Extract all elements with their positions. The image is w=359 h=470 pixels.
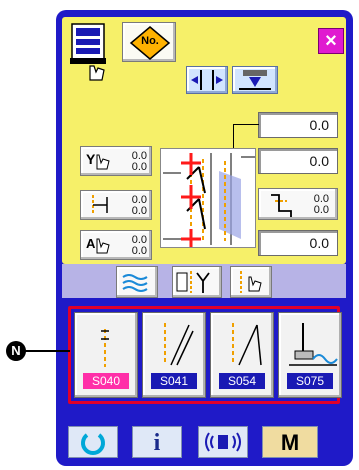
pattern-code-label: S041 — [151, 373, 197, 389]
pattern-button-s041[interactable]: S041 — [142, 312, 206, 398]
callout-marker: N — [6, 341, 26, 361]
left-value-1b: 0.0 — [131, 161, 147, 173]
close-button[interactable]: × — [318, 28, 344, 54]
right-value-2b: 0.0 — [313, 204, 329, 216]
communication-button[interactable] — [198, 426, 248, 458]
upper-right-field[interactable]: 0.0 — [258, 112, 338, 138]
right-field-3[interactable]: 0.0 — [258, 230, 338, 256]
pattern-code-label: S054 — [219, 373, 265, 389]
angled-stitch-icon — [232, 323, 262, 366]
pattern-button-s054[interactable]: S054 — [210, 312, 274, 398]
communication-icon — [205, 432, 241, 452]
right-setting-button[interactable]: 0.0 0.0 — [258, 188, 338, 220]
stitch-finger-icon — [240, 271, 262, 293]
straight-stitch-icon — [101, 329, 109, 367]
callout-label: N — [11, 343, 21, 358]
thread-tension-button[interactable] — [116, 266, 158, 298]
number-label: No. — [141, 35, 159, 47]
pattern-code-label: S040 — [83, 373, 129, 389]
manual-stitch-button[interactable] — [230, 266, 272, 298]
left-value-3b: 0.0 — [131, 245, 147, 257]
left-setting-button-3[interactable]: A 0.0 0.0 — [80, 230, 152, 260]
diagonal-stitch-icon — [164, 323, 194, 366]
pattern-data-icon — [70, 23, 106, 81]
height-adjust-button[interactable] — [232, 66, 278, 94]
presser-foot-icon — [239, 70, 271, 90]
info-icon: i — [153, 430, 161, 456]
width-arrows-icon — [191, 70, 223, 90]
mode-label: M — [280, 430, 300, 455]
left-value-2b: 0.0 — [131, 205, 147, 217]
counter-button[interactable] — [172, 266, 222, 298]
information-button[interactable]: i — [132, 426, 182, 458]
mode-button[interactable]: M — [262, 426, 318, 458]
svg-text:A: A — [86, 236, 96, 251]
close-icon: × — [325, 30, 337, 52]
foot-stitch-icon — [289, 323, 338, 366]
pattern-number-button[interactable]: No. — [122, 22, 176, 62]
stitch-diagram — [160, 148, 256, 248]
offset-bracket-icon — [271, 194, 292, 217]
pattern-code-label: S075 — [287, 373, 333, 389]
right-field-1[interactable]: 0.0 — [258, 148, 338, 174]
svg-text:Y: Y — [86, 151, 96, 167]
reset-button[interactable] — [68, 426, 118, 458]
callout-line — [20, 350, 70, 352]
pattern-button-s040[interactable]: S040 — [74, 312, 138, 398]
reset-icon — [81, 433, 105, 455]
counter-icon — [176, 271, 210, 293]
wave-icon — [122, 274, 148, 292]
pattern-data-button[interactable] — [68, 22, 118, 84]
offset-stitch-icon — [92, 195, 108, 215]
leader-line — [233, 124, 259, 125]
stitch-hand-icon: Y — [86, 151, 110, 170]
left-setting-button-1[interactable]: Y 0.0 0.0 — [80, 146, 152, 176]
stitch-diagram-graphic — [163, 153, 255, 247]
width-adjust-button[interactable] — [186, 66, 228, 94]
left-setting-button-2[interactable]: 0.0 0.0 — [80, 190, 152, 220]
stitch-hand-icon-2: A — [86, 236, 110, 254]
pattern-button-s075[interactable]: S075 — [278, 312, 342, 398]
